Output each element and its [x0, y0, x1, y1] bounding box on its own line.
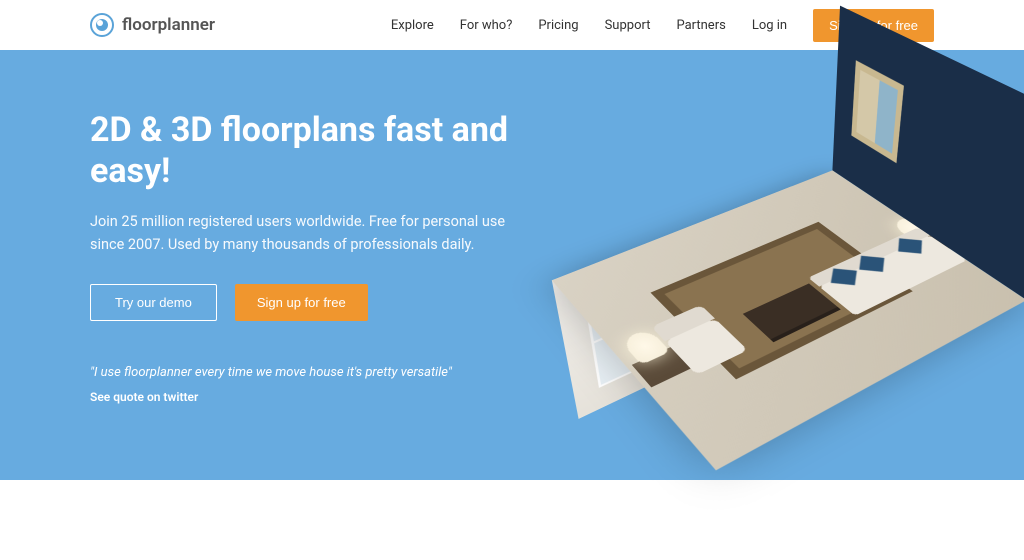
nav-support[interactable]: Support [605, 18, 651, 33]
painting-icon [851, 60, 904, 163]
pillow [859, 256, 884, 272]
hero-title: 2D & 3D floorplans fast and easy! [90, 110, 520, 192]
try-demo-button[interactable]: Try our demo [90, 284, 217, 321]
nav-pricing[interactable]: Pricing [538, 18, 578, 33]
room-3d-illustration [544, 90, 1004, 470]
nav-partners[interactable]: Partners [676, 18, 725, 33]
pillow [898, 238, 922, 253]
hero-buttons: Try our demo Sign up for free [90, 284, 520, 321]
logo[interactable]: floorplanner [90, 13, 215, 37]
signup-button-hero[interactable]: Sign up for free [235, 284, 368, 321]
hero-subtitle: Join 25 million registered users worldwi… [90, 210, 520, 256]
testimonial-quote: "I use floorplanner every time we move h… [90, 365, 520, 380]
nav-login[interactable]: Log in [752, 18, 787, 33]
nav-explore[interactable]: Explore [391, 18, 434, 33]
hero-section: 2D & 3D floorplans fast and easy! Join 2… [0, 50, 1024, 480]
brand-name: floorplanner [122, 15, 215, 35]
nav-forwho[interactable]: For who? [460, 18, 513, 33]
quote-source-link[interactable]: See quote on twitter [90, 390, 198, 404]
logo-icon [90, 13, 114, 37]
hero-content: 2D & 3D floorplans fast and easy! Join 2… [90, 110, 520, 480]
